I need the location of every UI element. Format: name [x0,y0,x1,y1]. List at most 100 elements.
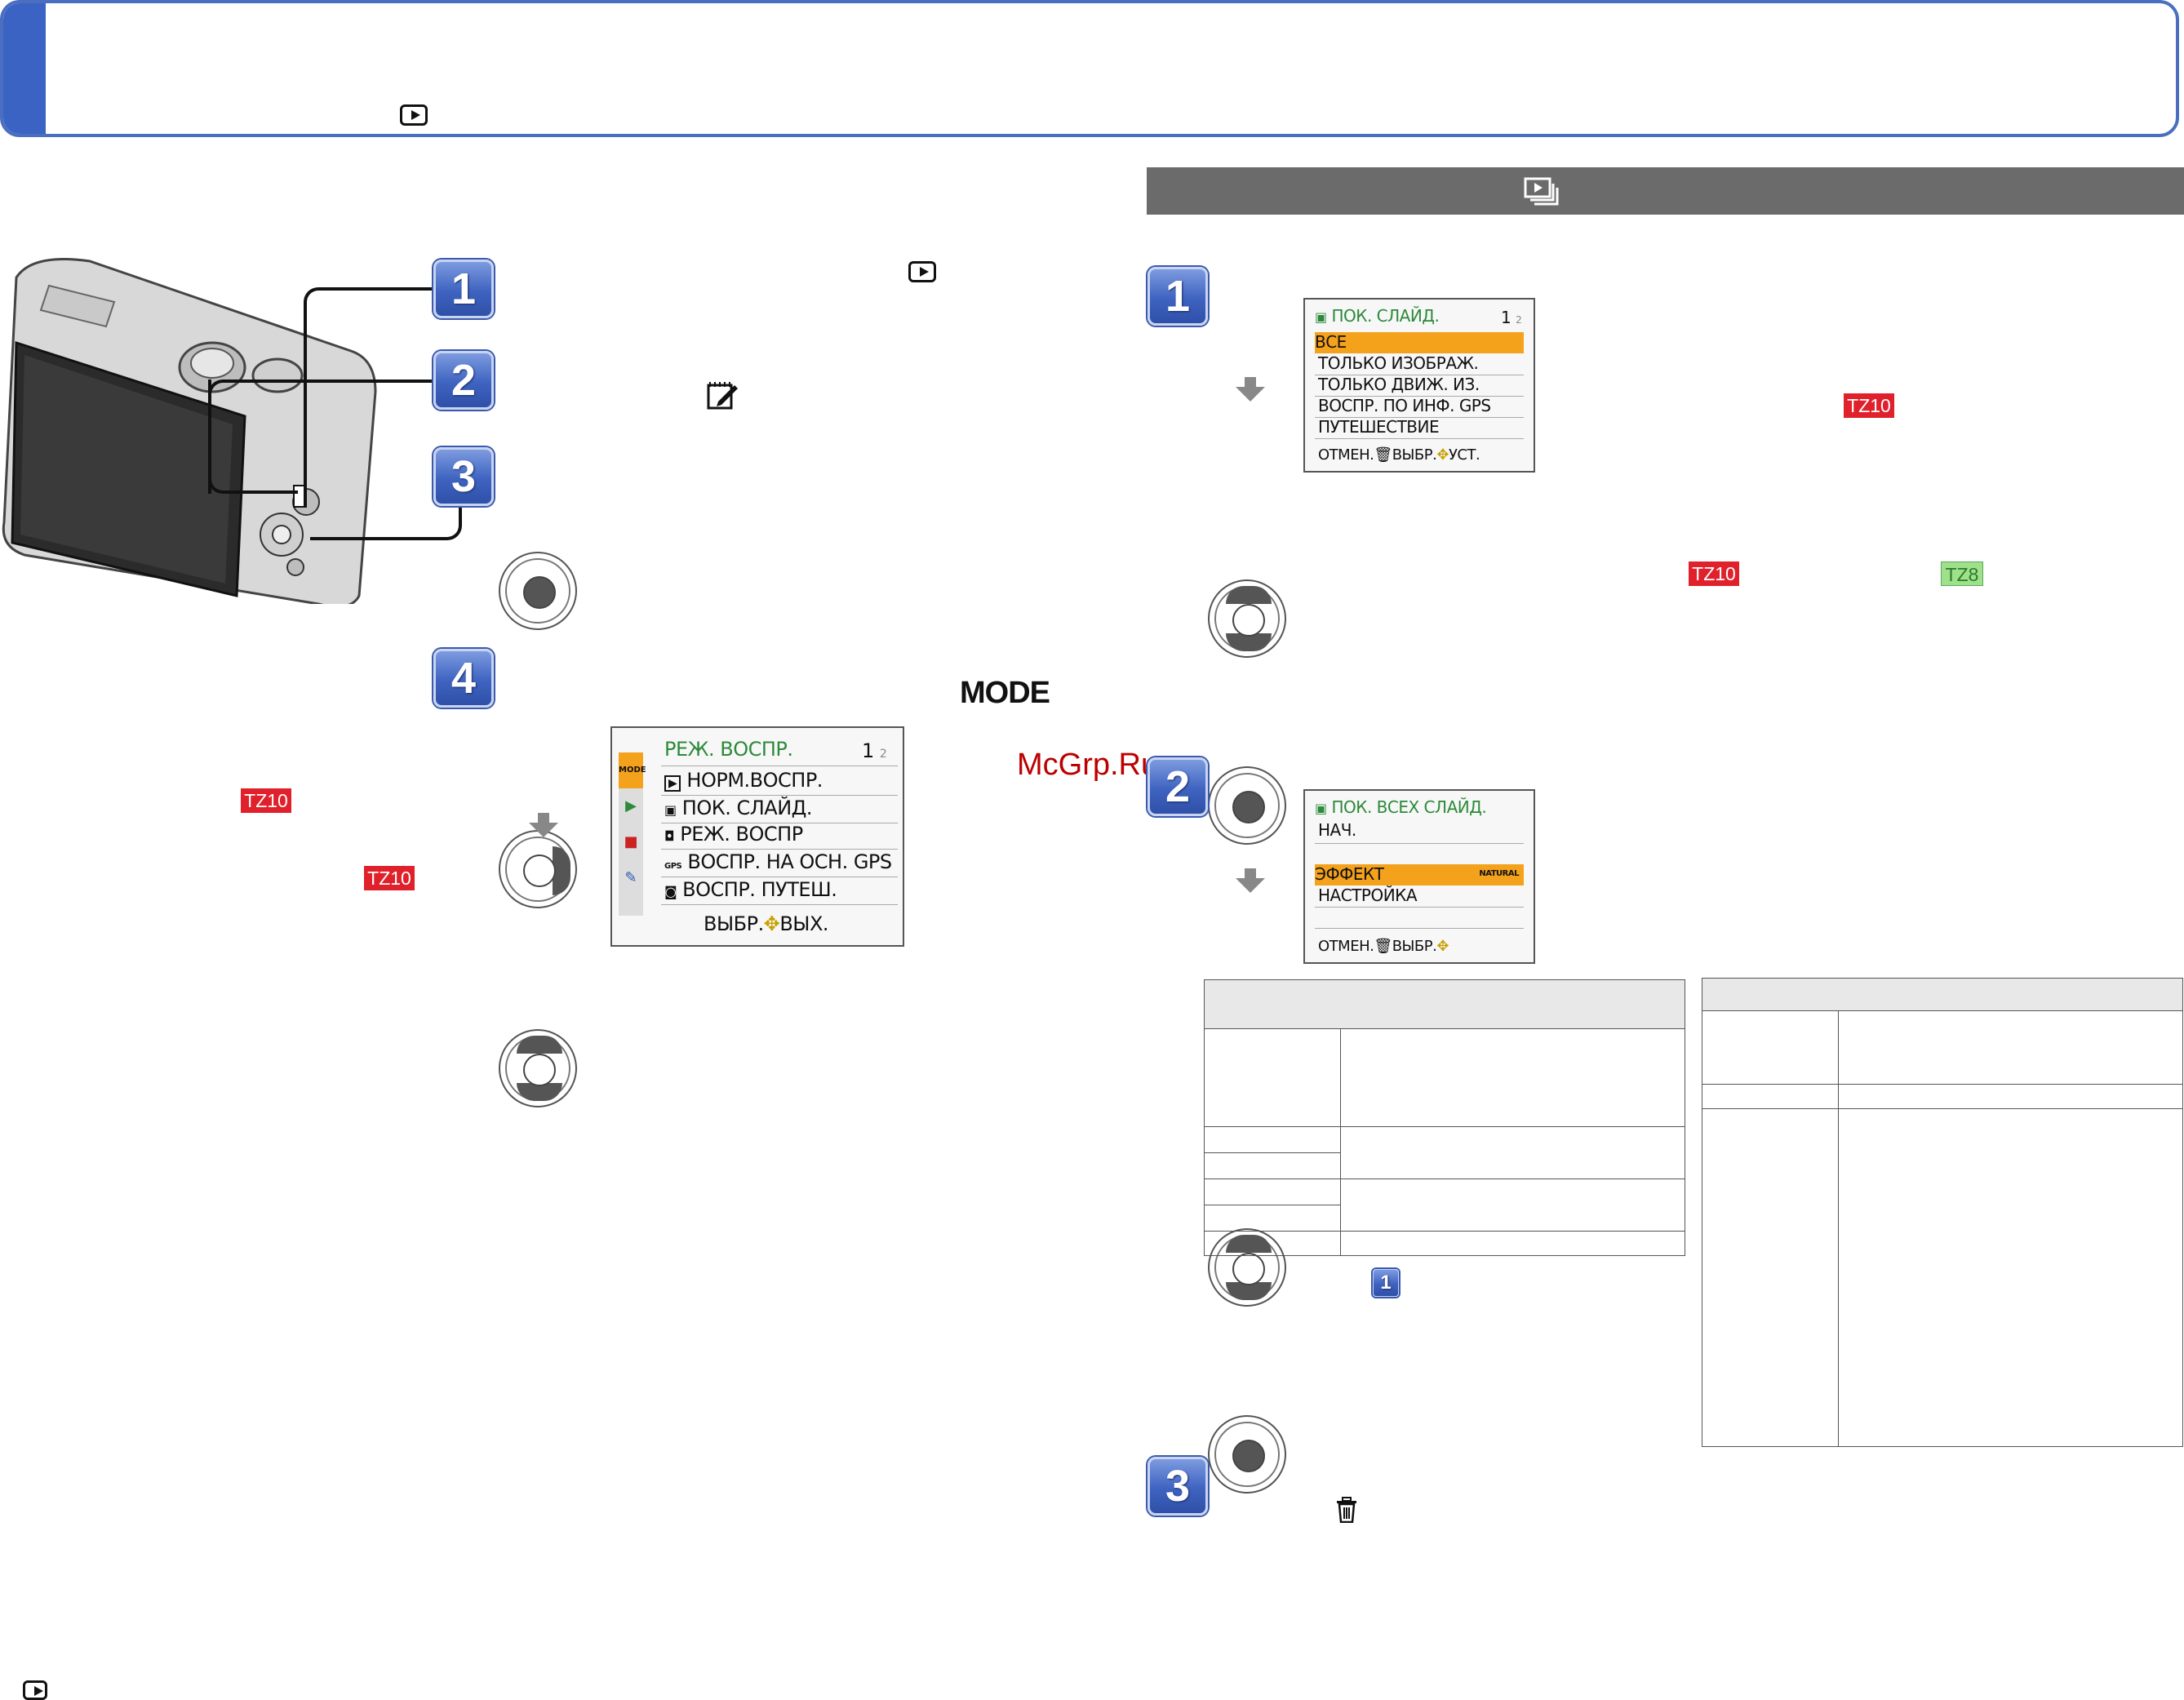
control-dial-updown [1208,579,1286,658]
menu-title: РЕЖ. ВОСПР. [664,738,793,761]
slideshow-menu-screen: ▣ ПОК. СЛАЙД. 1 2 ВСЕ ТОЛЬКО ИЗОБРАЖ. ТО… [1303,298,1535,473]
model-tag-tz10: TZ10 [241,788,291,813]
slideshow-icon: ▣ [1315,801,1327,816]
setup-table-cell [1838,1108,2183,1447]
arrow-down-icon [1236,868,1265,893]
effect-table-cell [1204,1126,1341,1153]
slideshow-icon: ▣ [1315,309,1327,325]
page-header [0,0,2179,137]
dpad-icon: ✥ [1436,446,1449,464]
menu-item-slideshow[interactable]: ▣ ПОК. СЛАЙД. [664,797,813,819]
step-badge-3: 3 [1147,1457,1208,1516]
menu-item-all[interactable]: ВСЕ [1315,332,1524,353]
tab-wrench-icon: ✎ [624,869,637,886]
control-dial-set [1208,766,1286,845]
menu-item-video-only[interactable]: ТОЛЬКО ДВИЖ. ИЗ. [1318,375,1480,394]
menu-item-playback-filter[interactable]: ◘ РЕЖ. ВОСПР [664,823,803,846]
page-current: 1 [862,739,874,762]
edit-icon [707,380,739,410]
setup-table-cell [1838,1010,2183,1085]
effect-table-cell [1204,1178,1341,1205]
setup-table-cell [1702,1108,1839,1447]
travel-icon: ◙ [664,884,677,899]
model-tag-tz8: TZ8 [1941,561,1983,586]
control-dial-set [1208,1415,1286,1494]
setup-table-cell [1702,1084,1839,1109]
menu-item-start[interactable]: НАЧ. [1318,820,1356,840]
menu-title: ▣ ПОК. СЛАЙД. [1315,306,1440,326]
effect-table-cell [1340,1126,1685,1179]
tab-mode: MODE [619,752,646,788]
section-banner [1147,167,2184,215]
menu-title: ▣ ПОК. ВСЕХ СЛАЙД. [1315,797,1487,817]
gps-icon: GPS [664,862,682,871]
tab-suitcase-icon: ■ [624,833,638,850]
effect-table-header [1204,979,1685,1029]
model-tag-tz10: TZ10 [1844,393,1894,418]
control-dial-right [499,830,577,908]
page-total: 2 [879,748,887,761]
model-tag-tz10: TZ10 [1689,561,1739,586]
arrow-down-icon [529,813,558,837]
playback-icon [908,261,936,282]
step-badge-4: 4 [433,649,494,708]
menu-item-gps-playback[interactable]: GPS ВОСПР. НА ОСН. GPS [664,850,892,873]
setup-table-cell [1838,1084,2183,1109]
menu-item-effect[interactable]: ЭФФЕКТ NATURAL [1315,864,1524,886]
menu-item-setup[interactable]: НАСТРОЙКА [1318,886,1418,905]
effect-table-cell [1340,1178,1685,1232]
setup-table-header [1702,978,2183,1011]
arrow-down-icon [1236,377,1265,402]
setup-table-cell [1702,1010,1839,1085]
header-accent-bar [3,3,46,134]
step-badge-inline-1: 1 [1373,1269,1399,1297]
effect-value: NATURAL [1479,869,1519,878]
watermark: McGrp.Ru [1017,748,1159,782]
model-tag-tz10: TZ10 [364,866,415,890]
menu-item-travel[interactable]: ПУТЕШЕСТВИЕ [1318,417,1440,437]
step-badge-1: 1 [1147,267,1208,326]
playback-icon [400,104,428,126]
effect-table-cell [1204,1205,1341,1232]
menu-footer: ВЫБР.✥ВЫХ. [704,912,829,935]
menu-item-travel-playback[interactable]: ◙ ВОСПР. ПУТЕШ. [664,878,837,901]
slideshow-icon [1524,177,1560,206]
step-badge-1: 1 [433,260,494,318]
connector-step-2-lower [208,380,298,494]
mode-button-label: MODE [960,676,1050,710]
control-dial-updown [499,1029,577,1107]
playback-icon [23,1680,47,1700]
connector-step-3 [310,501,462,540]
playback-icon: ▶ [664,775,681,792]
menu-page-indicator: 1 2 [1501,308,1522,327]
control-dial-set [499,552,577,630]
step-badge-2: 2 [1147,757,1208,816]
effect-table-cell [1340,1231,1685,1256]
effect-table-cell [1204,1152,1341,1179]
effect-table [1204,979,1685,1256]
step-badge-3: 3 [433,447,494,506]
dpad-icon: ✥ [1436,938,1449,955]
menu-page-indicator: 1 2 [862,739,887,762]
trash-icon: 🗑 [1374,446,1392,464]
step-badge-2: 2 [433,351,494,410]
slideshow-icon: ▣ [664,802,677,818]
menu-item-gps-info[interactable]: ВОСПР. ПО ИНФ. GPS [1318,396,1491,415]
trash-icon [1335,1497,1358,1524]
playback-mode-menu-screen: MODE ▶ ■ ✎ РЕЖ. ВОСПР. 1 2 ▶ НОРМ.ВОСПР.… [610,726,904,947]
menu-footer: ОТМЕН.🗑ВЫБР.✥ [1318,938,1449,955]
all-slides-menu-screen: ▣ ПОК. ВСЕХ СЛАЙД. НАЧ. ЭФФЕКТ NATURAL НА… [1303,789,1535,964]
effect-table-cell [1204,1028,1341,1127]
trash-icon: 🗑 [1374,938,1392,955]
filter-icon: ◘ [664,828,675,844]
tab-playback-icon: ▶ [625,797,637,814]
menu-item-pictures-only[interactable]: ТОЛЬКО ИЗОБРАЖ. [1318,353,1479,373]
effect-table-cell [1204,1231,1341,1256]
effect-table-cell [1340,1028,1685,1127]
page-total: 2 [1516,314,1522,326]
menu-item-normal-playback[interactable]: ▶ НОРМ.ВОСПР. [664,769,823,792]
menu-side-tabs: MODE ▶ ■ ✎ [619,752,646,916]
page-current: 1 [1501,308,1511,327]
menu-footer: ОТМЕН.🗑ВЫБР.✥УСТ. [1318,446,1480,464]
dpad-icon: ✥ [763,912,780,935]
